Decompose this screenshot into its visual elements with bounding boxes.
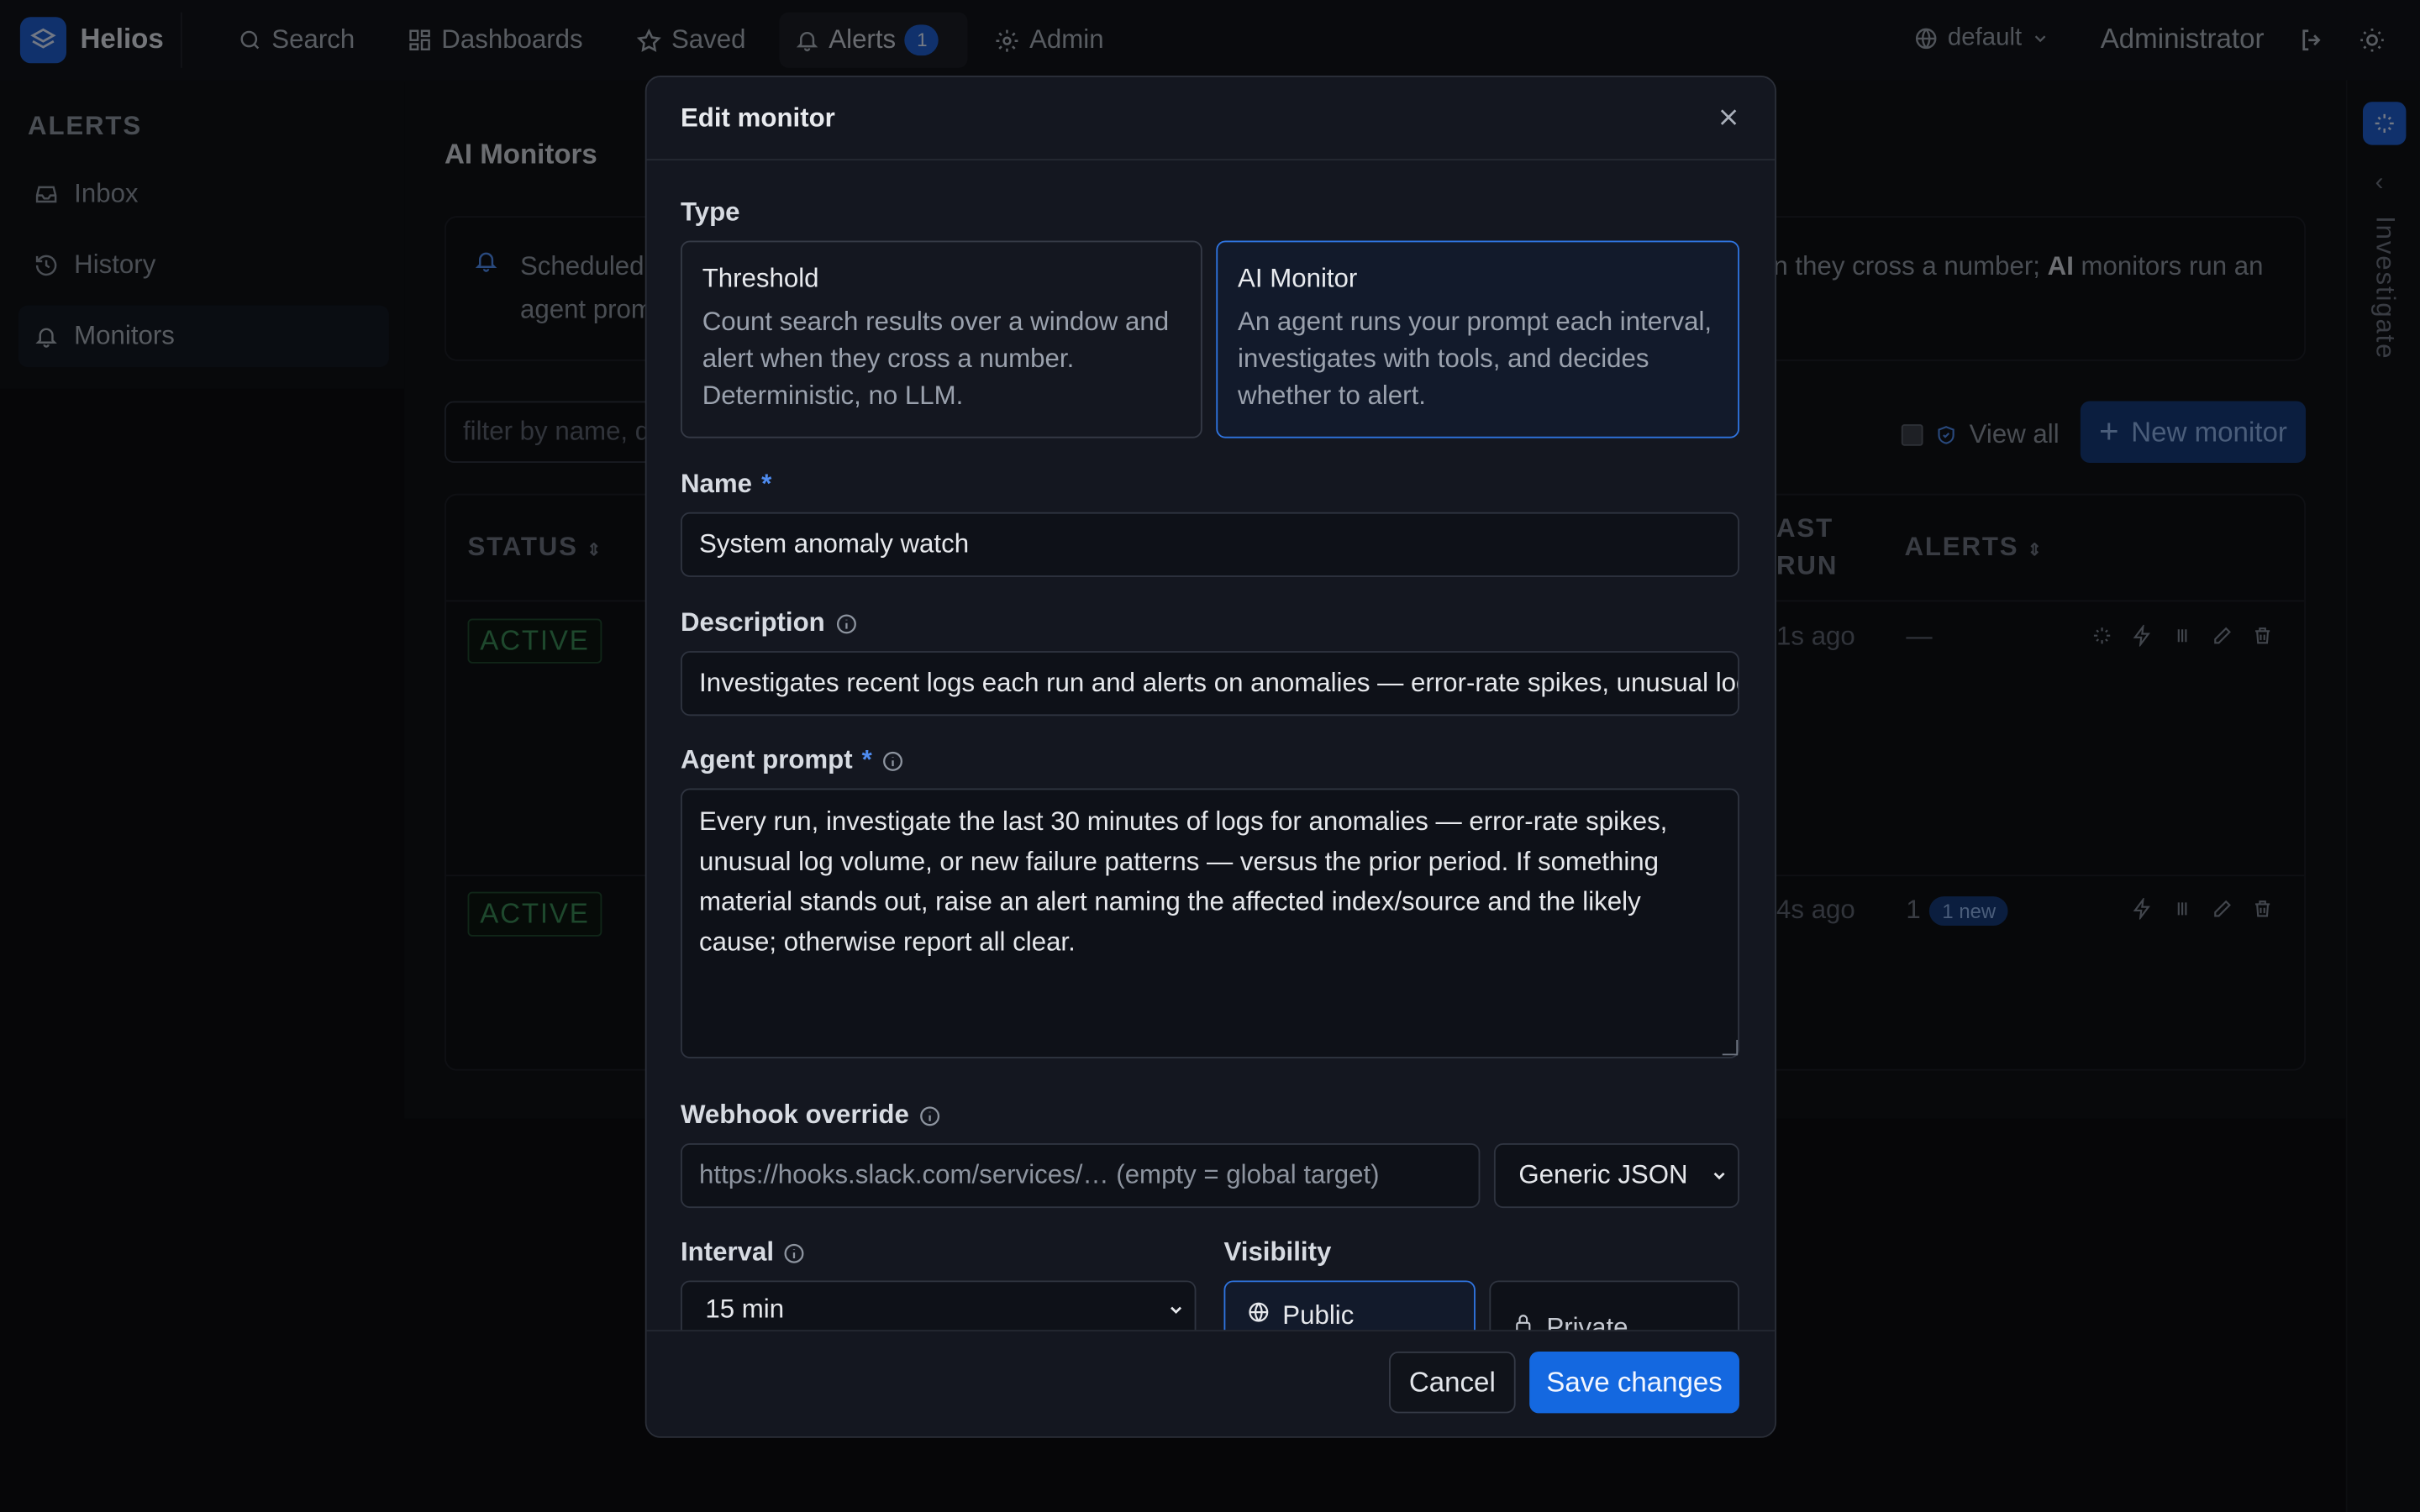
name-input[interactable]: System anomaly watch (680, 512, 1739, 577)
description-input[interactable]: Investigates recent logs each run and al… (680, 651, 1739, 717)
info-icon[interactable] (881, 749, 905, 773)
agent-prompt-label: Agent prompt * (681, 745, 904, 776)
info-icon[interactable] (918, 1104, 942, 1127)
label-text: Name (680, 469, 753, 499)
edit-monitor-dialog: Edit monitor Type Threshold Count search… (644, 75, 1777, 1438)
close-icon (1720, 109, 1737, 125)
chevron-down-icon (1713, 1172, 1725, 1180)
label-text: Visibility (1223, 1237, 1332, 1267)
type-option-title: AI Monitor (1238, 264, 1358, 293)
label-text: Description (680, 607, 825, 638)
required-mark: * (761, 469, 772, 499)
label-text: Webhook override (680, 1100, 909, 1130)
label-text: Interval (680, 1237, 775, 1267)
webhook-url-input[interactable]: https://hooks.slack.com/services/… (empt… (680, 1142, 1481, 1209)
close-button[interactable] (1715, 103, 1743, 131)
label-text: Type (680, 197, 740, 227)
agent-prompt-textarea[interactable]: Every run, investigate the last 30 minut… (680, 788, 1739, 1058)
divider (646, 159, 1776, 161)
type-option-threshold[interactable]: Threshold Count search results over a wi… (680, 240, 1202, 438)
info-icon[interactable] (783, 1242, 807, 1265)
name-label: Name * (681, 469, 771, 500)
info-icon[interactable] (834, 612, 858, 635)
type-option-ai-monitor[interactable]: AI Monitor An agent runs your prompt eac… (1216, 240, 1739, 438)
select-value: Generic JSON (1518, 1160, 1688, 1190)
type-option-title: Threshold (702, 264, 819, 293)
dialog-title: Edit monitor (680, 103, 835, 133)
required-mark: * (861, 745, 872, 775)
webhook-format-select[interactable]: Generic JSON (1493, 1142, 1739, 1209)
type-label: Type (681, 197, 740, 228)
type-option-desc: Count search results over a window and a… (702, 307, 1170, 411)
type-option-desc: An agent runs your prompt each interval,… (1238, 307, 1712, 411)
interval-label: Interval (681, 1237, 807, 1268)
resize-handle[interactable] (1722, 1039, 1739, 1056)
label-text: Agent prompt (680, 745, 853, 775)
chevron-down-icon (1171, 1306, 1182, 1315)
description-label: Description (681, 608, 857, 639)
cancel-button[interactable]: Cancel (1389, 1351, 1516, 1414)
visibility-option-label: Public (1282, 1300, 1355, 1331)
select-value: 15 min (705, 1294, 785, 1324)
webhook-label: Webhook override (681, 1100, 941, 1131)
save-changes-button[interactable]: Save changes (1529, 1351, 1739, 1414)
globe-icon (1249, 1302, 1269, 1322)
visibility-label: Visibility (1224, 1237, 1332, 1268)
